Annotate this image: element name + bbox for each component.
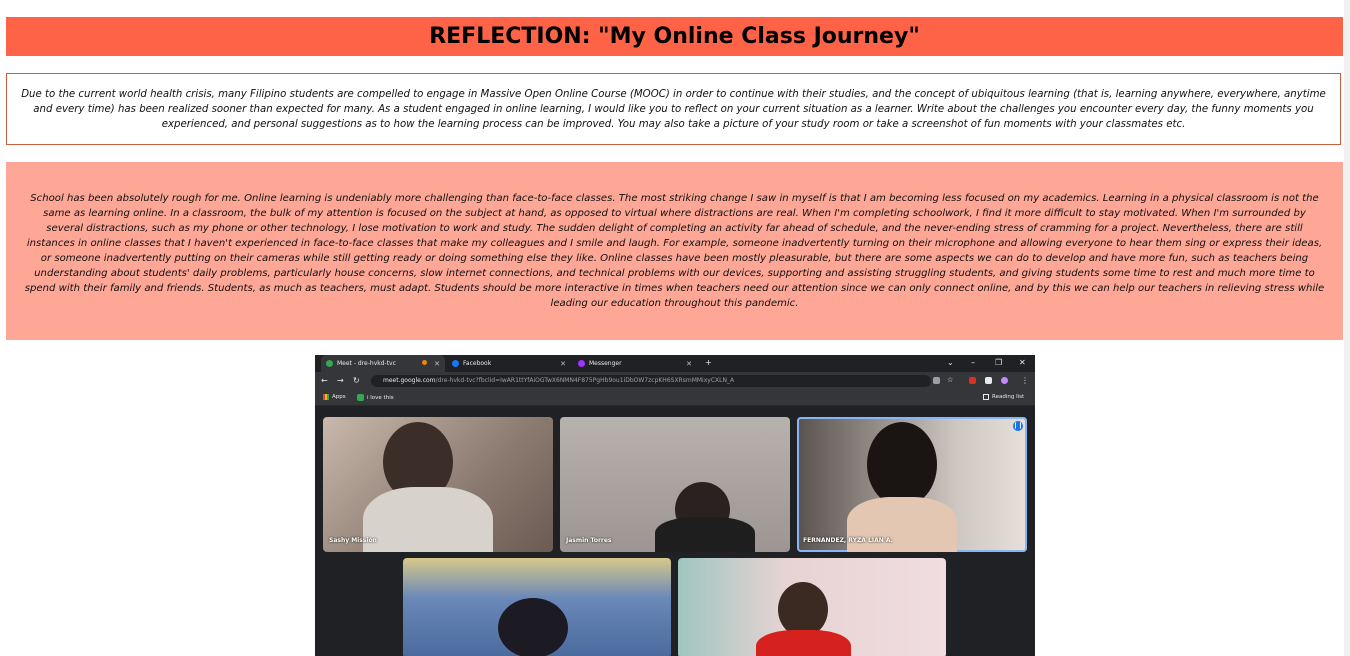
participant-photo-body	[363, 487, 493, 552]
messenger-icon	[578, 360, 585, 367]
back-icon: ←	[321, 376, 328, 385]
reading-list: Reading list	[983, 394, 1024, 400]
minimize-icon: –	[971, 358, 975, 367]
participant-name: FERNANDEZ, RYZA LIAN A.	[803, 537, 893, 544]
reload-icon: ↻	[353, 376, 360, 385]
extension-icon	[969, 377, 976, 384]
close-window-icon: ✕	[1019, 358, 1026, 367]
bookmark-item: i love this	[357, 394, 394, 401]
bookmarks-bar: Apps i love this Reading list	[315, 390, 1035, 406]
reflection-answer-box: School has been absolutely rough for me.…	[6, 162, 1343, 340]
facebook-icon	[452, 360, 459, 367]
url-path: /dre-hvkd-tvc?fbclid=IwAR1ttYfAiOGTwX6NM…	[435, 377, 735, 384]
page-scrollbar[interactable]	[1344, 0, 1350, 656]
maximize-icon: ❐	[995, 358, 1003, 367]
bookmark-icon	[357, 394, 364, 401]
reading-list-icon	[983, 394, 989, 400]
new-tab-icon: +	[705, 358, 712, 367]
menu-icon: ⋮	[1021, 376, 1029, 385]
participant-photo	[867, 422, 937, 507]
browser-tab-strip: Meet - dre-hvkd-tvc ✕ Facebook ✕ Messeng…	[315, 355, 1035, 372]
browser-toolbar: ← → ↻ meet.google.com/dre-hvkd-tvc?fbcli…	[315, 372, 1035, 390]
participant-tile-1: Sashy Mission	[323, 417, 553, 552]
close-icon: ✕	[686, 359, 692, 368]
participant-tile-5	[678, 558, 946, 656]
reflection-prompt-box: Due to the current world health crisis, …	[6, 73, 1341, 145]
recording-icon	[422, 360, 427, 365]
meet-video-grid: Sashy Mission Jasmin Torres ❙❙ FERNANDEZ…	[315, 406, 1035, 656]
browser-tab-facebook: Facebook ✕	[447, 355, 571, 372]
page-title: REFLECTION: "My Online Class Journey"	[429, 24, 920, 49]
puzzle-icon	[985, 377, 992, 384]
participant-photo-body	[756, 630, 851, 656]
close-icon: ✕	[560, 359, 566, 368]
forward-icon: →	[337, 376, 344, 385]
browser-tab-messenger: Messenger ✕	[573, 355, 697, 372]
close-icon: ✕	[434, 359, 440, 368]
speaking-indicator-icon: ❙❙	[1013, 421, 1024, 431]
chevron-down-icon: ⌄	[947, 358, 954, 367]
star-icon: ☆	[947, 376, 954, 384]
profile-avatar-icon	[1001, 377, 1008, 384]
participant-photo	[498, 598, 568, 656]
participant-photo-body	[655, 517, 755, 552]
browser-tab-meet: Meet - dre-hvkd-tvc ✕	[321, 355, 445, 372]
camera-icon	[933, 377, 940, 384]
participant-name: Jasmin Torres	[566, 537, 612, 544]
participant-tile-2: Jasmin Torres	[560, 417, 790, 552]
address-bar: meet.google.com/dre-hvkd-tvc?fbclid=IwAR…	[371, 375, 931, 387]
title-banner: REFLECTION: "My Online Class Journey"	[6, 17, 1343, 56]
participant-name: Sashy Mission	[329, 537, 377, 544]
participant-tile-3: ❙❙ FERNANDEZ, RYZA LIAN A.	[797, 417, 1027, 552]
reflection-answer-text: School has been absolutely rough for me.…	[24, 193, 1325, 309]
participant-photo	[778, 582, 828, 637]
reflection-prompt-text: Due to the current world health crisis, …	[21, 88, 1326, 130]
class-screenshot-image: Meet - dre-hvkd-tvc ✕ Facebook ✕ Messeng…	[315, 355, 1035, 656]
meet-icon	[326, 360, 333, 367]
url-host: meet.google.com	[383, 377, 436, 384]
bookmark-apps: Apps	[323, 394, 346, 400]
participant-tile-4	[403, 558, 671, 656]
apps-grid-icon	[323, 394, 329, 400]
